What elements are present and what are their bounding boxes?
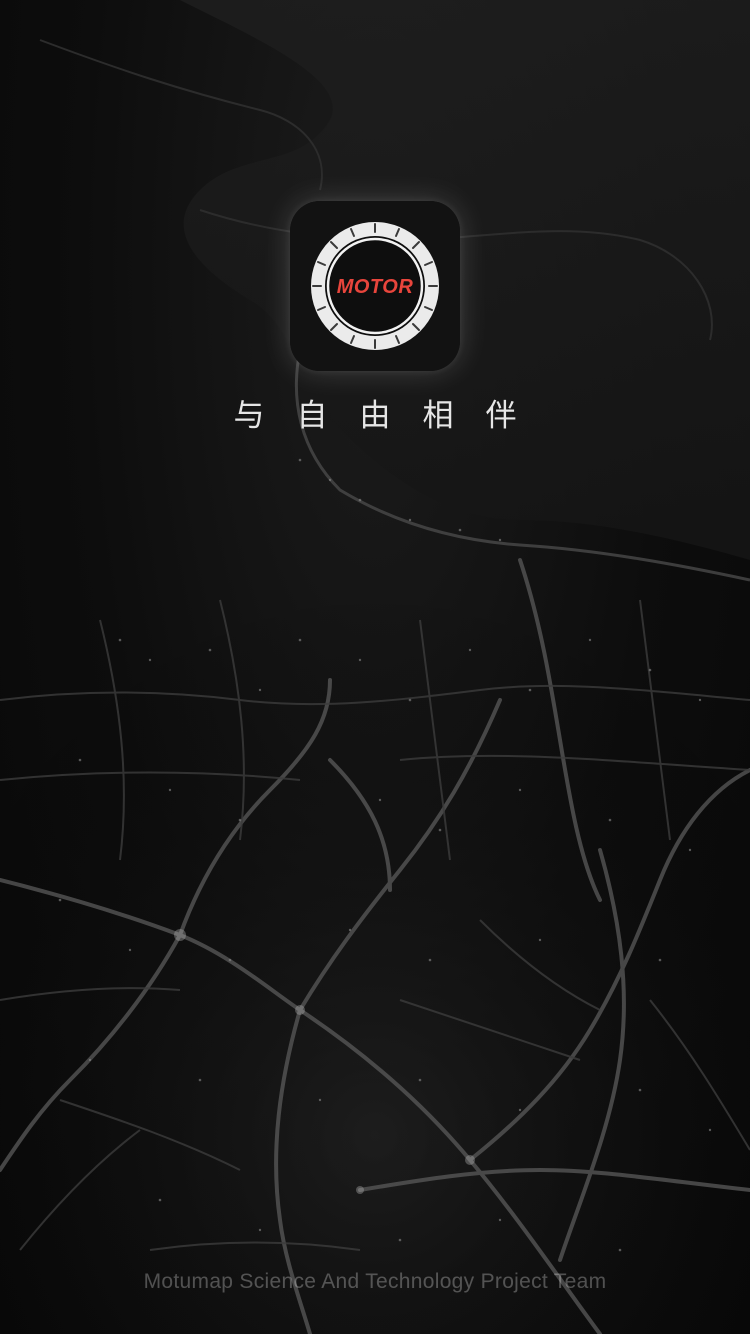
tire-wheel-icon: MOTOR: [290, 201, 460, 371]
logo-wordmark: MOTOR: [337, 276, 414, 298]
footer-team-text: Motumap Science And Technology Project T…: [143, 1270, 607, 1293]
slogan-text: 与自由相伴: [233, 398, 549, 434]
app-logo: MOTOR: [290, 201, 460, 371]
splash-screen: MOTOR 与自由相伴 Motumap Science And Technolo…: [0, 0, 750, 1334]
